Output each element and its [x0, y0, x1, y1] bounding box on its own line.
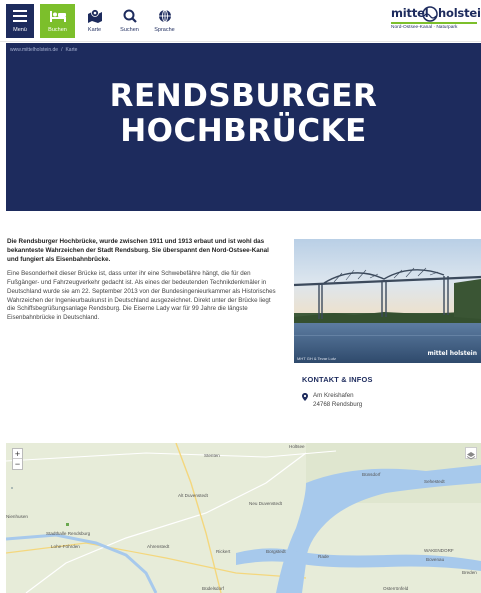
buchen-label: Buchen — [48, 27, 67, 33]
bridge-photo[interactable]: MHT GH & Tevar Lutz mittel holstein — [294, 239, 481, 363]
site-logo[interactable]: mittel holstein Nord-Ostsee-Kanal · Natu… — [391, 6, 481, 36]
location-map[interactable]: + − Holtsee Stenten Bünsdorf Sehestedt A… — [6, 443, 481, 593]
menu-button[interactable]: Menü — [6, 4, 34, 38]
main-nav: Menü Buchen Karte Suchen Sprache — [6, 4, 184, 38]
location-pin-icon — [302, 393, 308, 401]
site-header: Menü Buchen Karte Suchen Sprache mittel … — [0, 0, 481, 42]
info-card: MHT GH & Tevar Lutz mittel holstein KONT… — [294, 239, 481, 437]
karte-label: Karte — [87, 27, 102, 33]
logo-word-holstein: holstein — [438, 6, 481, 20]
suchen-button[interactable]: Suchen — [114, 4, 145, 38]
map-label-stenten: Stenten — [204, 453, 220, 458]
map-label-wakendorf: WAKENDORF — [424, 548, 454, 553]
breadcrumb-current[interactable]: Karte — [65, 47, 77, 53]
globe-icon — [155, 7, 175, 25]
page-title-line1: RENDSBURGER — [109, 78, 378, 114]
hero-banner: www.mittelholstein.de / Karte RENDSBURGER … — [6, 43, 481, 211]
map-label-sehestedt: Sehestedt — [424, 479, 445, 484]
suchen-label: Suchen — [120, 27, 139, 33]
buchen-button[interactable]: Buchen — [40, 4, 75, 38]
search-icon — [120, 7, 140, 25]
page-title: RENDSBURGER HOCHBRÜCKE — [6, 79, 481, 149]
logo-tagline: Nord-Ostsee-Kanal · Naturpark — [391, 25, 458, 30]
address-block: Am Kreishafen 24768 Rendsburg — [302, 392, 362, 409]
kontakt-heading: KONTAKT & INFOS — [302, 375, 373, 384]
map-label-bovenau: Bovenau — [426, 557, 445, 562]
address-city: 24768 Rendsburg — [313, 400, 363, 408]
intro-section: Die Rendsburger Hochbrücke, wurde zwisch… — [7, 238, 279, 323]
photo-credit: MHT GH & Tevar Lutz — [297, 356, 336, 361]
map-label-breiden: Breden — [462, 570, 477, 575]
map-label-neu-duvenstedt: Neu Duvenstedt — [249, 501, 282, 506]
photo-watermark-logo: mittel holstein — [427, 350, 477, 357]
map-label-nienhusen: Nienhusen — [6, 514, 28, 519]
map-pin-icon — [85, 7, 105, 25]
map-label-stadthalle: Stadthalle Rendsburg — [46, 531, 91, 536]
breadcrumb-home[interactable]: www.mittelholstein.de — [10, 47, 58, 53]
map-zoom-control: + − — [12, 448, 23, 470]
karte-button[interactable]: Karte — [79, 4, 110, 38]
breadcrumb-separator: / — [61, 47, 63, 53]
breadcrumb: www.mittelholstein.de / Karte — [10, 47, 77, 53]
hamburger-icon — [10, 7, 30, 25]
map-label-budelsdorf: Büdelsdorf — [202, 586, 224, 591]
map-label-osterronfeld: Osterrönfeld — [383, 586, 409, 591]
menu-label: Menü — [13, 27, 27, 33]
zoom-out-button[interactable]: − — [13, 459, 22, 469]
map-label-lohe-fohrden: Lohe-Föhrden — [51, 544, 80, 549]
address-street: Am Kreishafen — [313, 392, 354, 399]
bed-icon — [48, 7, 68, 25]
layers-icon[interactable] — [465, 447, 477, 460]
map-label-rade: Rade — [318, 554, 329, 559]
page-title-line2: HOCHBRÜCKE — [120, 113, 367, 149]
sprache-label: Sprache — [154, 27, 175, 33]
logo-bar — [391, 22, 477, 24]
intro-lead: Die Rendsburger Hochbrücke, wurde zwisch… — [7, 238, 269, 263]
map-label-ahrenstedt: Ahrenstedt — [147, 544, 170, 549]
map-label-alt-duvenstedt: Alt Duvenstedt — [178, 493, 208, 498]
zoom-in-button[interactable]: + — [13, 449, 22, 459]
map-label-bunsdorf: Bünsdorf — [362, 472, 381, 477]
map-label-borgstedt: Borgstedt — [266, 549, 286, 554]
map-label-holtsee: Holtsee — [289, 444, 305, 449]
intro-body: Eine Besonderheit dieser Brücke ist, das… — [7, 270, 276, 321]
sprache-button[interactable]: Sprache — [149, 4, 180, 38]
map-label-rickert: Rickert — [216, 549, 231, 554]
